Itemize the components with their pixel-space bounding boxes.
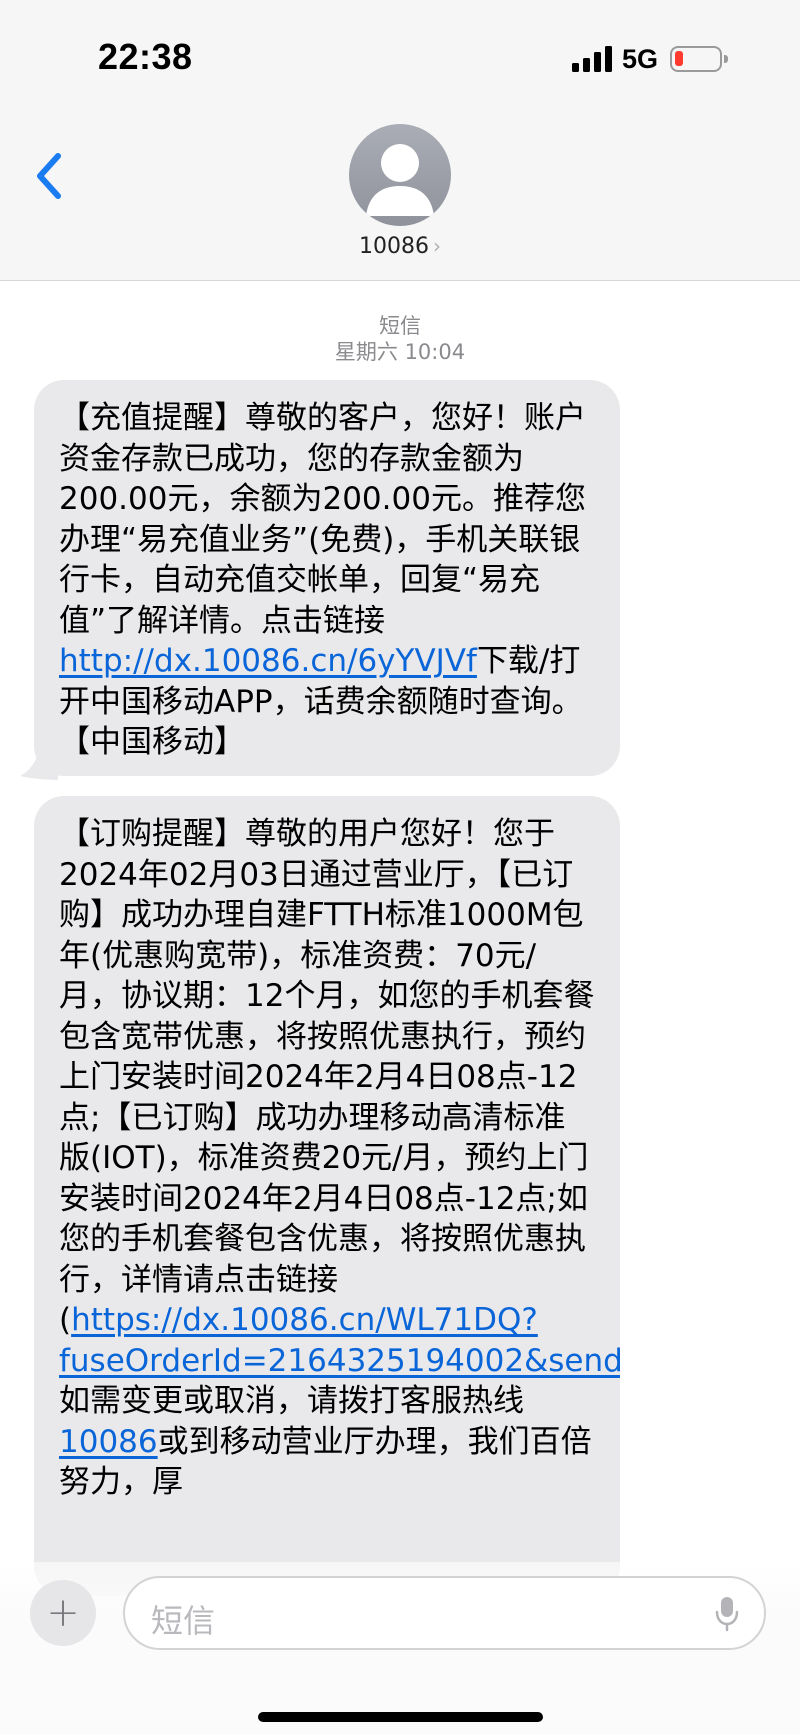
message-link[interactable]: https://dx.10086.cn/WL71DQ?fuseOrderId=2… [59, 1302, 620, 1379]
message-bubble[interactable]: 【充值提醒】尊敬的客户，您好！账户资金存款已成功，您的存款金额为200.00元，… [34, 380, 620, 776]
cellular-signal-icon [572, 46, 612, 72]
status-time: 22:38 [98, 36, 193, 77]
plus-icon: + [46, 1590, 80, 1636]
message-link[interactable]: http://dx.10086.cn/6yYVJVf [59, 643, 477, 679]
network-type: 5G [622, 43, 659, 74]
message-input[interactable]: 短信 [123, 1576, 766, 1650]
message-bubble[interactable]: 【订购提醒】尊敬的用户您好！您于2024年02月03日通过营业厅，【已订购】成功… [34, 796, 620, 1596]
contact-name-button[interactable]: 10086 › [0, 234, 800, 259]
home-indicator [258, 1712, 543, 1722]
message-timestamp: 星期六 10:04 [334, 340, 466, 364]
conversation-header: 22:38 5G 10086 › [0, 0, 800, 281]
status-indicators: 5G [572, 42, 729, 76]
message-input-placeholder: 短信 [151, 1602, 216, 1640]
battery-icon [670, 46, 729, 72]
chevron-left-icon[interactable] [30, 148, 70, 204]
chevron-right-icon: › [433, 234, 441, 258]
message-text: 【充值提醒】尊敬的客户，您好！账户资金存款已成功，您的存款金额为200.00元，… [59, 400, 586, 760]
message-text: 【订购提醒】尊敬的用户您好！您于2024年02月03日通过营业厅，【已订购】成功… [59, 814, 620, 1503]
add-attachment-button[interactable]: + [30, 1580, 96, 1646]
microphone-icon[interactable] [714, 1595, 740, 1633]
contact-avatar[interactable] [349, 124, 451, 226]
phone-link[interactable]: 10086 [59, 1424, 158, 1460]
contact-name: 10086 [359, 234, 429, 259]
person-icon [366, 144, 434, 216]
